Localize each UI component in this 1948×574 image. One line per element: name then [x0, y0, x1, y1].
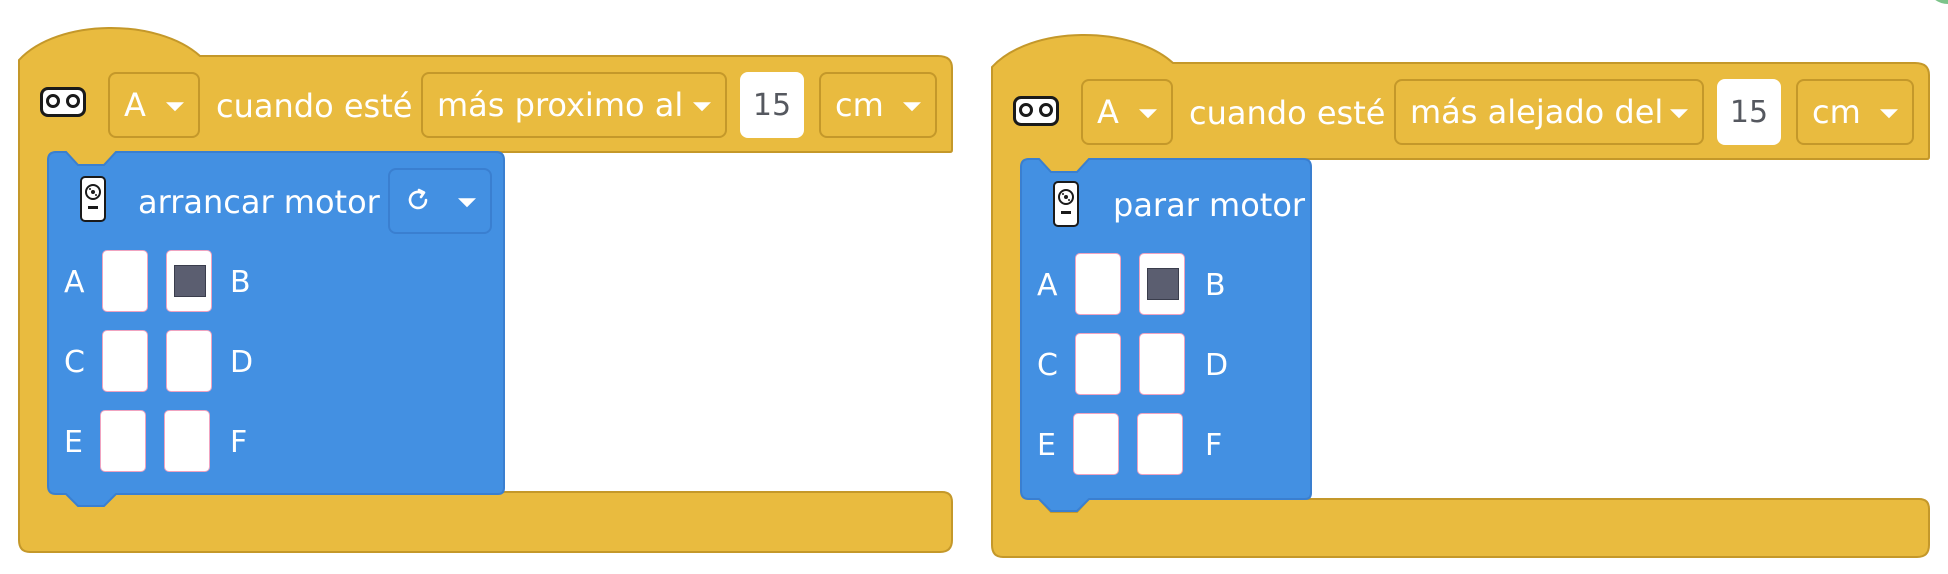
motor-icon [80, 176, 106, 222]
unit-dropdown-value: cm [1812, 93, 1861, 131]
port-label-b: B [1205, 268, 1226, 303]
comparison-dropdown-value: más alejado del [1410, 93, 1664, 131]
chevron-down-icon [693, 102, 711, 112]
port-toggle-d[interactable] [166, 330, 212, 392]
port-label-f: F [230, 425, 248, 460]
distance-input[interactable]: 15 [1717, 79, 1781, 145]
port-label-a: A [64, 265, 85, 300]
chevron-down-icon [458, 198, 476, 208]
port-toggle-d[interactable] [1139, 333, 1185, 395]
chevron-down-icon [903, 102, 921, 112]
unit-dropdown[interactable]: cm [1796, 79, 1914, 145]
port-label-f: F [1205, 428, 1223, 463]
port-label-a: A [1037, 268, 1058, 303]
port-toggle-c[interactable] [1075, 333, 1121, 395]
motor-stop-block[interactable]: parar motor A B C D E F [1020, 158, 1313, 512]
port-toggle-e[interactable] [100, 410, 146, 472]
port-label-d: D [1205, 348, 1229, 383]
distance-sensor-icon [40, 87, 86, 117]
port-toggle-e[interactable] [1073, 413, 1119, 475]
rotate-clockwise-icon [408, 188, 428, 210]
chevron-down-icon [166, 102, 184, 112]
unit-dropdown-value: cm [835, 86, 884, 124]
chevron-down-icon [1139, 109, 1157, 119]
port-dropdown[interactable]: A [108, 72, 200, 138]
chevron-down-icon [1670, 109, 1688, 119]
port-toggle-b[interactable] [1139, 253, 1185, 315]
motor-block-label: parar motor [1113, 186, 1306, 224]
port-label-d: D [230, 345, 254, 380]
distance-sensor-icon [1013, 96, 1059, 126]
motor-start-block[interactable]: arrancar motor A B C D E F [47, 151, 506, 507]
port-toggle-f[interactable] [1137, 413, 1183, 475]
port-label-e: E [1037, 428, 1056, 463]
motor-icon [1053, 181, 1079, 227]
chevron-down-icon [1880, 109, 1898, 119]
workspace-canvas: A cuando esté más proximo al 15 cm arran… [0, 0, 1948, 574]
port-dropdown-value: A [124, 86, 146, 124]
port-dropdown[interactable]: A [1081, 79, 1173, 145]
comparison-dropdown-value: más proximo al [437, 86, 684, 124]
corner-circle-icon [1926, 0, 1948, 4]
comparison-dropdown[interactable]: más proximo al [421, 72, 727, 138]
port-toggle-f[interactable] [164, 410, 210, 472]
hat-label: cuando esté [216, 87, 413, 125]
port-label-b: B [230, 265, 251, 300]
port-toggle-a[interactable] [102, 250, 148, 312]
comparison-dropdown[interactable]: más alejado del [1394, 79, 1704, 145]
port-dropdown-value: A [1097, 93, 1119, 131]
direction-dropdown[interactable] [388, 168, 492, 234]
hat-label: cuando esté [1189, 94, 1386, 132]
port-toggle-c[interactable] [102, 330, 148, 392]
port-label-e: E [64, 425, 83, 460]
port-label-c: C [1037, 348, 1058, 383]
motor-block-label: arrancar motor [138, 183, 380, 221]
distance-input[interactable]: 15 [740, 72, 804, 138]
port-label-c: C [64, 345, 85, 380]
port-toggle-a[interactable] [1075, 253, 1121, 315]
port-toggle-b[interactable] [166, 250, 212, 312]
unit-dropdown[interactable]: cm [819, 72, 937, 138]
